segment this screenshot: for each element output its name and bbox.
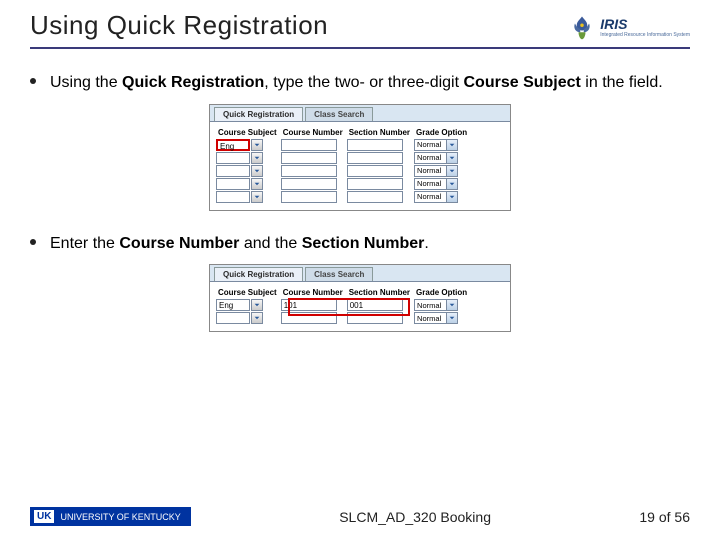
course-number-input[interactable] bbox=[281, 152, 337, 164]
screenshot-2: Quick Registration Class Search Course S… bbox=[209, 264, 511, 332]
course-number-input[interactable] bbox=[281, 178, 337, 190]
col-course-subject: Course Subject Eng bbox=[216, 128, 279, 204]
section-number-input[interactable] bbox=[347, 165, 403, 177]
screenshot-2-tabs: Quick Registration Class Search bbox=[210, 265, 510, 282]
screenshot-1-tabs: Quick Registration Class Search bbox=[210, 105, 510, 122]
col-course-subject: Course Subject Eng bbox=[216, 288, 279, 325]
section-number-input[interactable] bbox=[347, 312, 403, 324]
course-number-input[interactable] bbox=[281, 191, 337, 203]
chevron-down-icon bbox=[254, 302, 260, 308]
col-head-section: Section Number bbox=[347, 288, 412, 299]
course-number-input[interactable] bbox=[281, 165, 337, 177]
screenshot-1: Quick Registration Class Search Course S… bbox=[209, 104, 511, 211]
course-number-input[interactable]: 101 bbox=[281, 299, 337, 311]
col-head-subject: Course Subject bbox=[216, 288, 279, 299]
col-section-number: Section Number 001 bbox=[347, 288, 412, 325]
chevron-down-icon bbox=[254, 142, 260, 148]
dropdown-button[interactable] bbox=[251, 152, 263, 164]
course-subject-input[interactable]: Eng bbox=[216, 299, 250, 311]
bullet-2-text: Enter the Course Number and the Section … bbox=[50, 231, 429, 257]
iris-flower-icon bbox=[568, 13, 596, 41]
iris-logo-sub: Integrated Resource Information System bbox=[600, 32, 690, 38]
col-head-number: Course Number bbox=[281, 288, 345, 299]
page-title: Using Quick Registration bbox=[30, 10, 328, 41]
dropdown-button[interactable] bbox=[251, 139, 263, 151]
col-grade-option: Grade Option Normal Normal Normal Normal… bbox=[414, 128, 469, 204]
course-subject-input[interactable] bbox=[216, 152, 250, 164]
grade-option-select[interactable]: Normal bbox=[414, 165, 458, 177]
tab-class-search[interactable]: Class Search bbox=[305, 107, 373, 121]
bullet-2: Enter the Course Number and the Section … bbox=[30, 231, 690, 257]
dropdown-button[interactable] bbox=[251, 312, 263, 324]
chevron-down-icon bbox=[449, 168, 455, 174]
chevron-down-icon bbox=[449, 181, 455, 187]
col-head-section: Section Number bbox=[347, 128, 412, 139]
course-number-input[interactable] bbox=[281, 312, 337, 324]
course-subject-input[interactable] bbox=[216, 178, 250, 190]
dropdown-button[interactable] bbox=[251, 191, 263, 203]
col-section-number: Section Number bbox=[347, 128, 412, 204]
grade-option-select[interactable]: Normal bbox=[414, 299, 458, 311]
bullet-dot-icon bbox=[30, 78, 36, 84]
iris-logo-text: IRIS bbox=[600, 16, 690, 32]
grade-option-select[interactable]: Normal bbox=[414, 152, 458, 164]
dropdown-button[interactable] bbox=[251, 165, 263, 177]
section-number-input[interactable]: 001 bbox=[347, 299, 403, 311]
section-number-input[interactable] bbox=[347, 152, 403, 164]
col-head-subject: Course Subject bbox=[216, 128, 279, 139]
header: Using Quick Registration IRIS Integrated… bbox=[30, 10, 690, 49]
chevron-down-icon bbox=[449, 142, 455, 148]
section-number-input[interactable] bbox=[347, 178, 403, 190]
grade-option-select[interactable]: Normal bbox=[414, 139, 458, 151]
chevron-down-icon bbox=[449, 302, 455, 308]
chevron-down-icon bbox=[254, 194, 260, 200]
tab-class-search[interactable]: Class Search bbox=[305, 267, 373, 281]
chevron-down-icon bbox=[254, 155, 260, 161]
chevron-down-icon bbox=[254, 181, 260, 187]
chevron-down-icon bbox=[449, 315, 455, 321]
chevron-down-icon bbox=[449, 155, 455, 161]
col-course-number: Course Number 101 bbox=[281, 288, 345, 325]
uk-logo: UK UNIVERSITY OF KENTUCKY bbox=[30, 507, 191, 526]
course-subject-input[interactable] bbox=[216, 312, 250, 324]
course-subject-input[interactable] bbox=[216, 191, 250, 203]
dropdown-button[interactable] bbox=[251, 299, 263, 311]
tab-quick-registration[interactable]: Quick Registration bbox=[214, 107, 303, 121]
footer: UK UNIVERSITY OF KENTUCKY SLCM_AD_320 Bo… bbox=[30, 507, 690, 526]
uk-logo-text: UNIVERSITY OF KENTUCKY bbox=[60, 512, 180, 522]
grade-option-select[interactable]: Normal bbox=[414, 312, 458, 324]
page-number: 19 of 56 bbox=[639, 509, 690, 525]
iris-logo: IRIS Integrated Resource Information Sys… bbox=[568, 13, 690, 41]
col-head-grade: Grade Option bbox=[414, 128, 469, 139]
section-number-input[interactable] bbox=[347, 191, 403, 203]
course-number-input[interactable] bbox=[281, 139, 337, 151]
grade-option-select[interactable]: Normal bbox=[414, 178, 458, 190]
bullet-1-text: Using the Quick Registration, type the t… bbox=[50, 70, 663, 96]
col-head-grade: Grade Option bbox=[414, 288, 469, 299]
uk-logo-mark: UK bbox=[34, 510, 54, 523]
col-course-number: Course Number bbox=[281, 128, 345, 204]
course-subject-input[interactable]: Eng bbox=[216, 139, 250, 151]
col-head-number: Course Number bbox=[281, 128, 345, 139]
chevron-down-icon bbox=[254, 315, 260, 321]
col-grade-option: Grade Option Normal Normal bbox=[414, 288, 469, 325]
section-number-input[interactable] bbox=[347, 139, 403, 151]
tab-quick-registration[interactable]: Quick Registration bbox=[214, 267, 303, 281]
grade-option-select[interactable]: Normal bbox=[414, 191, 458, 203]
bullet-1: Using the Quick Registration, type the t… bbox=[30, 70, 690, 96]
chevron-down-icon bbox=[254, 168, 260, 174]
course-subject-input[interactable] bbox=[216, 165, 250, 177]
dropdown-button[interactable] bbox=[251, 178, 263, 190]
bullet-dot-icon bbox=[30, 239, 36, 245]
footer-course-code: SLCM_AD_320 Booking bbox=[191, 509, 640, 525]
chevron-down-icon bbox=[449, 194, 455, 200]
